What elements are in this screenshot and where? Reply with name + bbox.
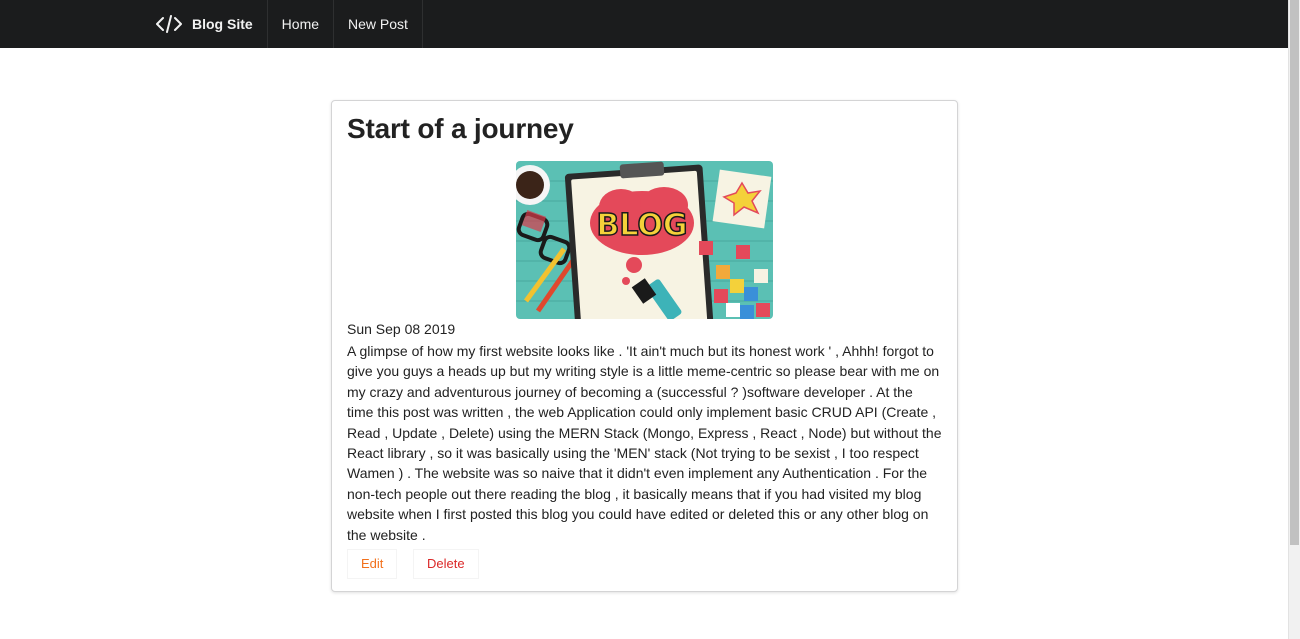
post-card: Start of a journey BLOG Sun Sep 08 2019 … (331, 100, 958, 592)
svg-text:BLOG: BLOG (596, 208, 687, 243)
top-navbar: Blog Site Home New Post (0, 0, 1289, 48)
brand-label: Blog Site (192, 16, 253, 32)
nav-home[interactable]: Home (268, 0, 335, 48)
delete-button[interactable]: Delete (413, 549, 479, 579)
post-body: A glimpse of how my first website looks … (347, 343, 942, 543)
nav-new-post[interactable]: New Post (334, 0, 423, 48)
scrollbar-thumb[interactable] (1290, 0, 1299, 545)
blog-illustration: BLOG (516, 161, 773, 319)
scrollbar[interactable] (1288, 0, 1300, 639)
edit-button[interactable]: Edit (347, 549, 398, 579)
nav-new-post-label: New Post (348, 16, 408, 32)
post-image: BLOG (516, 161, 773, 319)
brand-link[interactable]: Blog Site (143, 0, 268, 48)
navbar-menu: Blog Site Home New Post (143, 0, 423, 48)
post-date: Sun Sep 08 2019 (347, 321, 456, 337)
post-title: Start of a journey (347, 113, 574, 144)
code-icon (156, 15, 182, 33)
nav-home-label: Home (281, 16, 320, 32)
